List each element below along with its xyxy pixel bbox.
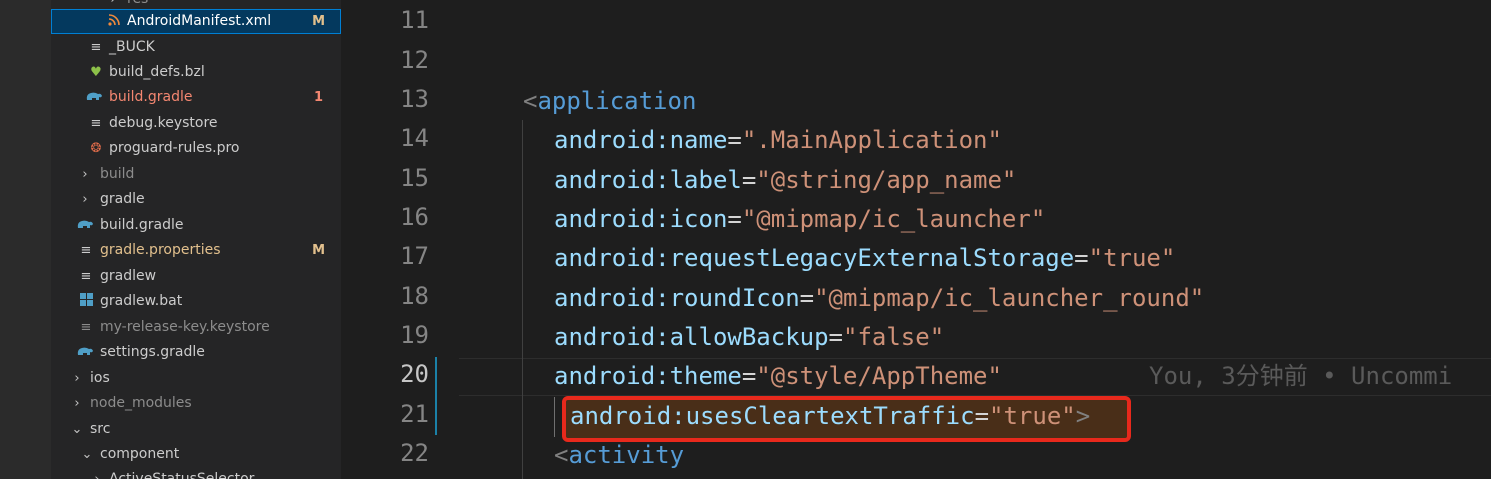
bug-icon: ❂ [90, 141, 102, 156]
code-line-19: android:allowBackup="false" [554, 323, 945, 351]
rss-icon [105, 9, 123, 34]
tree-folder-component[interactable]: ⌄ component [51, 442, 341, 467]
chevron-right-icon: › [74, 371, 80, 386]
line-number: 13 [400, 85, 429, 113]
code-line-14: android:name=".MainApplication" [554, 126, 1002, 154]
line-number: 19 [400, 321, 429, 349]
code-editor[interactable]: <application android:name=".MainApplicat… [459, 0, 1491, 479]
chevron-right-icon: › [74, 396, 80, 411]
line-number: 14 [400, 124, 429, 152]
explorer-panel: › res AndroidManifest.xml M ≡ _BUCK ♥ bu… [51, 0, 341, 479]
tree-file-gradlew-bat[interactable]: gradlew.bat [51, 289, 341, 314]
tree-folder-gradle[interactable]: › gradle [51, 187, 341, 212]
code-line-15: android:label="@string/app_name" [554, 166, 1017, 194]
lines-icon: ≡ [90, 116, 102, 131]
lines-icon: ≡ [80, 243, 92, 258]
code-line-22: <activity [554, 441, 685, 469]
elephant-icon [76, 340, 94, 365]
line-number: 12 [400, 46, 429, 74]
chevron-down-icon: ⌄ [71, 422, 83, 437]
tree-file-build-defs[interactable]: ♥ build_defs.bzl [51, 60, 341, 85]
line-number: 18 [400, 282, 429, 310]
tree-file-gradle-properties[interactable]: ≡ gradle.properties M [51, 238, 341, 263]
problem-count-badge: 1 [313, 90, 323, 105]
tree-file-release-keystore[interactable]: ≡ my-release-key.keystore [51, 315, 341, 340]
tree-file-settings-gradle[interactable]: settings.gradle [51, 340, 341, 365]
tree-file-build-gradle[interactable]: build.gradle [51, 213, 341, 238]
editor-gutter: 11 12 13 14 15 16 17 18 19 20 21 22 [341, 0, 459, 479]
code-line-16: android:icon="@mipmap/ic_launcher" [554, 205, 1046, 233]
code-line-13: <application [523, 87, 697, 115]
activity-bar [0, 0, 51, 479]
chevron-right-icon: › [82, 167, 88, 182]
chevron-right-icon: › [82, 192, 88, 207]
heart-icon: ♥ [90, 65, 102, 80]
line-number: 11 [400, 6, 429, 34]
elephant-icon [85, 85, 103, 110]
line-number-current: 20 [400, 360, 429, 388]
code-line-17: android:requestLegacyExternalStorage="tr… [554, 244, 1176, 272]
tree-folder-node-modules[interactable]: › node_modules [51, 391, 341, 416]
tree-file-buck[interactable]: ≡ _BUCK [51, 35, 341, 60]
git-blame-annotation: You, 3分钟前 • Uncommi [1149, 362, 1453, 390]
chevron-right-icon: › [91, 467, 103, 479]
elephant-icon [76, 213, 94, 238]
line-number: 21 [400, 400, 429, 428]
tree-folder-ios[interactable]: › ios [51, 366, 341, 391]
line-number: 15 [400, 164, 429, 192]
tree-file-androidmanifest[interactable]: AndroidManifest.xml M [51, 9, 341, 34]
tree-folder-active-status-selector[interactable]: › ActiveStatusSelector [51, 467, 341, 479]
git-change-marker [435, 357, 437, 435]
tree-file-gradlew[interactable]: ≡ gradlew [51, 264, 341, 289]
lines-icon: ≡ [90, 40, 102, 55]
line-number: 22 [400, 439, 429, 467]
code-line-21: android:usesCleartextTraffic="true"> [570, 402, 1091, 430]
git-modified-badge: M [312, 14, 325, 29]
git-modified-badge: M [312, 243, 325, 258]
tree-file-build-gradle-app[interactable]: build.gradle 1 [51, 85, 341, 110]
lines-icon: ≡ [80, 269, 92, 284]
lines-icon: ≡ [80, 320, 92, 335]
tree-file-proguard-rules[interactable]: ❂ proguard-rules.pro [51, 136, 341, 161]
windows-icon [77, 289, 95, 314]
code-line-20: android:theme="@style/AppTheme" [554, 362, 1002, 390]
tree-folder-src[interactable]: ⌄ src [51, 417, 341, 442]
code-line-18: android:roundIcon="@mipmap/ic_launcher_r… [554, 284, 1205, 312]
tree-file-debug-keystore[interactable]: ≡ debug.keystore [51, 111, 341, 136]
tree-folder-build[interactable]: › build [51, 162, 341, 187]
line-number: 16 [400, 203, 429, 231]
chevron-down-icon: ⌄ [81, 447, 93, 462]
line-number: 17 [400, 242, 429, 270]
